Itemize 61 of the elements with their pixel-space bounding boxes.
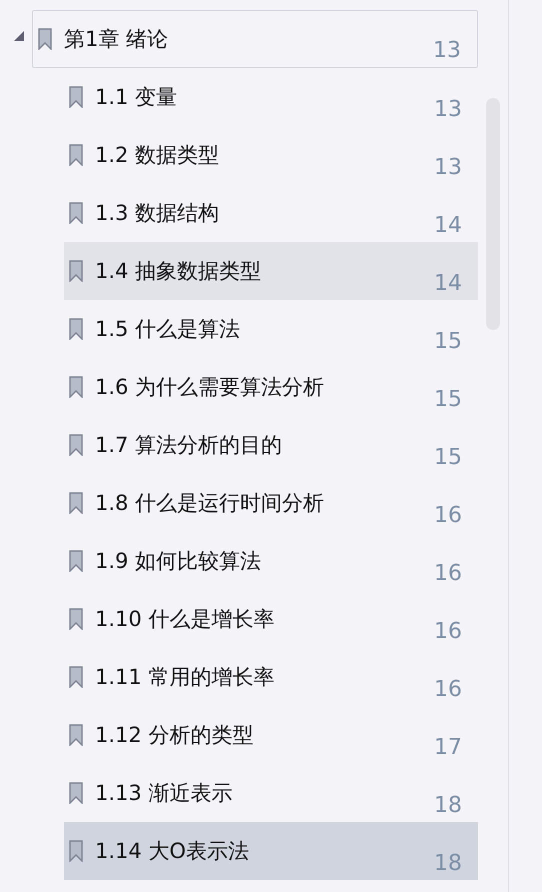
item-title: 1.12 分析的类型	[95, 722, 254, 749]
item-title: 1.5 什么是算法	[95, 316, 242, 343]
item-title: 1.11 常用的增长率	[95, 664, 276, 691]
bookmark-icon	[69, 608, 83, 630]
page-number: 13	[434, 155, 462, 182]
item-title: 1.8 什么是运行时间分析	[95, 490, 326, 517]
page-number: 18	[434, 851, 462, 878]
page-number: 14	[434, 213, 462, 240]
bookmark-icon	[69, 434, 83, 456]
chapter-item[interactable]: 第1章 绪论 13	[32, 10, 478, 68]
outline-item[interactable]: 1.4 抽象数据类型 14	[64, 242, 478, 300]
outline-item[interactable]: 1.12 分析的类型 17	[64, 706, 478, 764]
outline-item[interactable]: 1.13 渐近表示 18	[64, 764, 478, 822]
bookmark-icon	[69, 202, 83, 224]
item-title: 1.6 为什么需要算法分析	[95, 374, 326, 401]
outline-item[interactable]: 1.5 什么是算法 15	[64, 300, 478, 358]
bookmark-icon	[69, 782, 83, 804]
outline-item[interactable]: 1.10 什么是增长率 16	[64, 590, 478, 648]
page-number: 14	[434, 271, 462, 298]
bookmark-icon	[38, 28, 52, 50]
bookmark-icon	[69, 376, 83, 398]
page-number: 13	[433, 38, 461, 65]
page-number: 13	[434, 97, 462, 124]
page-number: 16	[434, 503, 462, 530]
item-title: 1.13 渐近表示	[95, 780, 234, 807]
bookmark-icon	[69, 550, 83, 572]
page-number: 16	[434, 561, 462, 588]
item-title: 1.14 大O表示法	[95, 838, 250, 865]
page-number: 15	[434, 445, 462, 472]
outline-item[interactable]: 1.7 算法分析的目的 15	[64, 416, 478, 474]
bookmark-icon	[69, 666, 83, 688]
item-title: 1.10 什么是增长率	[95, 606, 276, 633]
bookmark-icon	[69, 260, 83, 282]
item-title: 1.2 数据类型	[95, 142, 220, 169]
outline-item[interactable]: 1.2 数据类型 13	[64, 126, 478, 184]
outline-item[interactable]: 1.6 为什么需要算法分析 15	[64, 358, 478, 416]
bookmark-icon	[69, 144, 83, 166]
bookmark-icon	[69, 318, 83, 340]
bookmark-icon	[69, 86, 83, 108]
item-title: 1.7 算法分析的目的	[95, 432, 284, 459]
item-title: 1.3 数据结构	[95, 200, 220, 227]
outline-item[interactable]: 1.9 如何比较算法 16	[64, 532, 478, 590]
page-number: 17	[434, 735, 462, 762]
outline-item[interactable]: 1.11 常用的增长率 16	[64, 648, 478, 706]
bookmark-icon	[69, 492, 83, 514]
outline-item[interactable]: 1.1 变量 13	[64, 68, 478, 126]
outline-item[interactable]: 1.3 数据结构 14	[64, 184, 478, 242]
page-number: 16	[434, 619, 462, 646]
outline-item[interactable]: 1.8 什么是运行时间分析 16	[64, 474, 478, 532]
item-title: 1.1 变量	[95, 84, 178, 111]
page-number: 15	[434, 387, 462, 414]
page-number: 16	[434, 677, 462, 704]
expand-triangle-icon[interactable]	[14, 31, 24, 41]
outline-item[interactable]: 1.14 大O表示法 18	[64, 822, 478, 880]
item-title: 1.4 抽象数据类型	[95, 258, 262, 285]
page-number: 18	[434, 793, 462, 820]
item-title: 1.9 如何比较算法	[95, 548, 262, 575]
bookmark-icon	[69, 724, 83, 746]
page-number: 15	[434, 329, 462, 356]
chapter-title: 第1章 绪论	[64, 26, 170, 53]
bookmark-icon	[69, 840, 83, 862]
